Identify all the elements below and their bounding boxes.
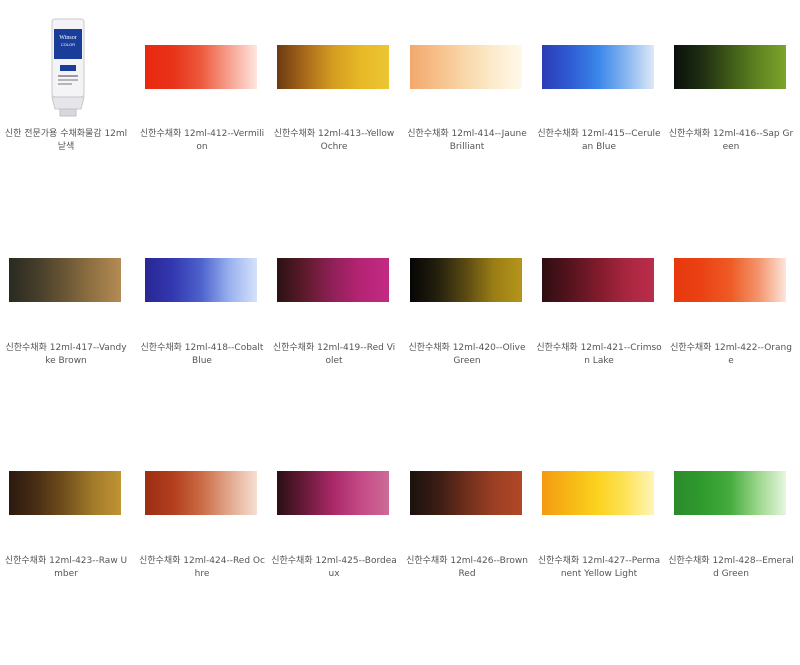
color-swatch[interactable] xyxy=(277,45,389,89)
color-swatch[interactable] xyxy=(9,258,121,302)
color-swatch[interactable] xyxy=(674,471,786,515)
product-label[interactable]: 신한수채화 12ml-418--Cobalt Blue xyxy=(139,342,265,368)
product-label[interactable]: 신한수채화 12ml-421--Crimson Lake xyxy=(536,342,662,368)
color-swatch[interactable] xyxy=(542,258,654,302)
product-label[interactable]: 신한수채화 12ml-424--Red Ochre xyxy=(139,555,265,581)
paint-tube-image[interactable]: Winsor COLOR xyxy=(39,17,97,135)
product-label[interactable]: 신한수채화 12ml-425--Bordeaux xyxy=(271,555,397,581)
color-swatch[interactable] xyxy=(410,45,522,89)
tube-sub-text: COLOR xyxy=(61,42,75,47)
color-swatch[interactable] xyxy=(145,45,257,89)
color-swatch[interactable] xyxy=(277,258,389,302)
product-label[interactable]: 신한수채화 12ml-412--Vermilion xyxy=(139,128,265,154)
product-label[interactable]: 신한수채화 12ml-422--Orange xyxy=(668,342,794,368)
product-label[interactable]: 신한수채화 12ml-413--Yellow Ochre xyxy=(271,128,397,154)
product-label[interactable]: 신한 전문가용 수채화물감 12ml 낱색 xyxy=(3,128,129,154)
color-swatch[interactable] xyxy=(9,471,121,515)
color-swatch[interactable] xyxy=(145,258,257,302)
product-label[interactable]: 신한수채화 12ml-427--Permanent Yellow Light xyxy=(536,555,662,581)
color-swatch[interactable] xyxy=(542,471,654,515)
paint-tube-icon: WinsorCOLOR xyxy=(51,18,85,117)
color-swatch[interactable] xyxy=(542,45,654,89)
color-swatch[interactable] xyxy=(277,471,389,515)
tube-brand-text: Winsor xyxy=(59,35,76,41)
product-label[interactable]: 신한수채화 12ml-423--Raw Umber xyxy=(3,555,129,581)
product-label[interactable]: 신한수채화 12ml-428--Emerald Green xyxy=(668,555,794,581)
product-label[interactable]: 신한수채화 12ml-415--Cerulean Blue xyxy=(536,128,662,154)
color-swatch[interactable] xyxy=(674,45,786,89)
product-label[interactable]: 신한수채화 12ml-416--Sap Green xyxy=(668,128,794,154)
product-label[interactable]: 신한수채화 12ml-419--Red Violet xyxy=(271,342,397,368)
color-swatch[interactable] xyxy=(410,258,522,302)
product-label[interactable]: 신한수채화 12ml-426--Brown Red xyxy=(404,555,530,581)
color-swatch[interactable] xyxy=(674,258,786,302)
product-label[interactable]: 신한수채화 12ml-420--Olive Green xyxy=(404,342,530,368)
product-label[interactable]: 신한수채화 12ml-414--Jaune Brilliant xyxy=(404,128,530,154)
color-swatch[interactable] xyxy=(410,471,522,515)
product-grid: Winsor COLOR 신한 전문가용 수채화물감 12ml 낱색 신한수채화 … xyxy=(0,0,800,665)
product-label[interactable]: 신한수채화 12ml-417--Vandyke Brown xyxy=(3,342,129,368)
color-swatch[interactable] xyxy=(145,471,257,515)
